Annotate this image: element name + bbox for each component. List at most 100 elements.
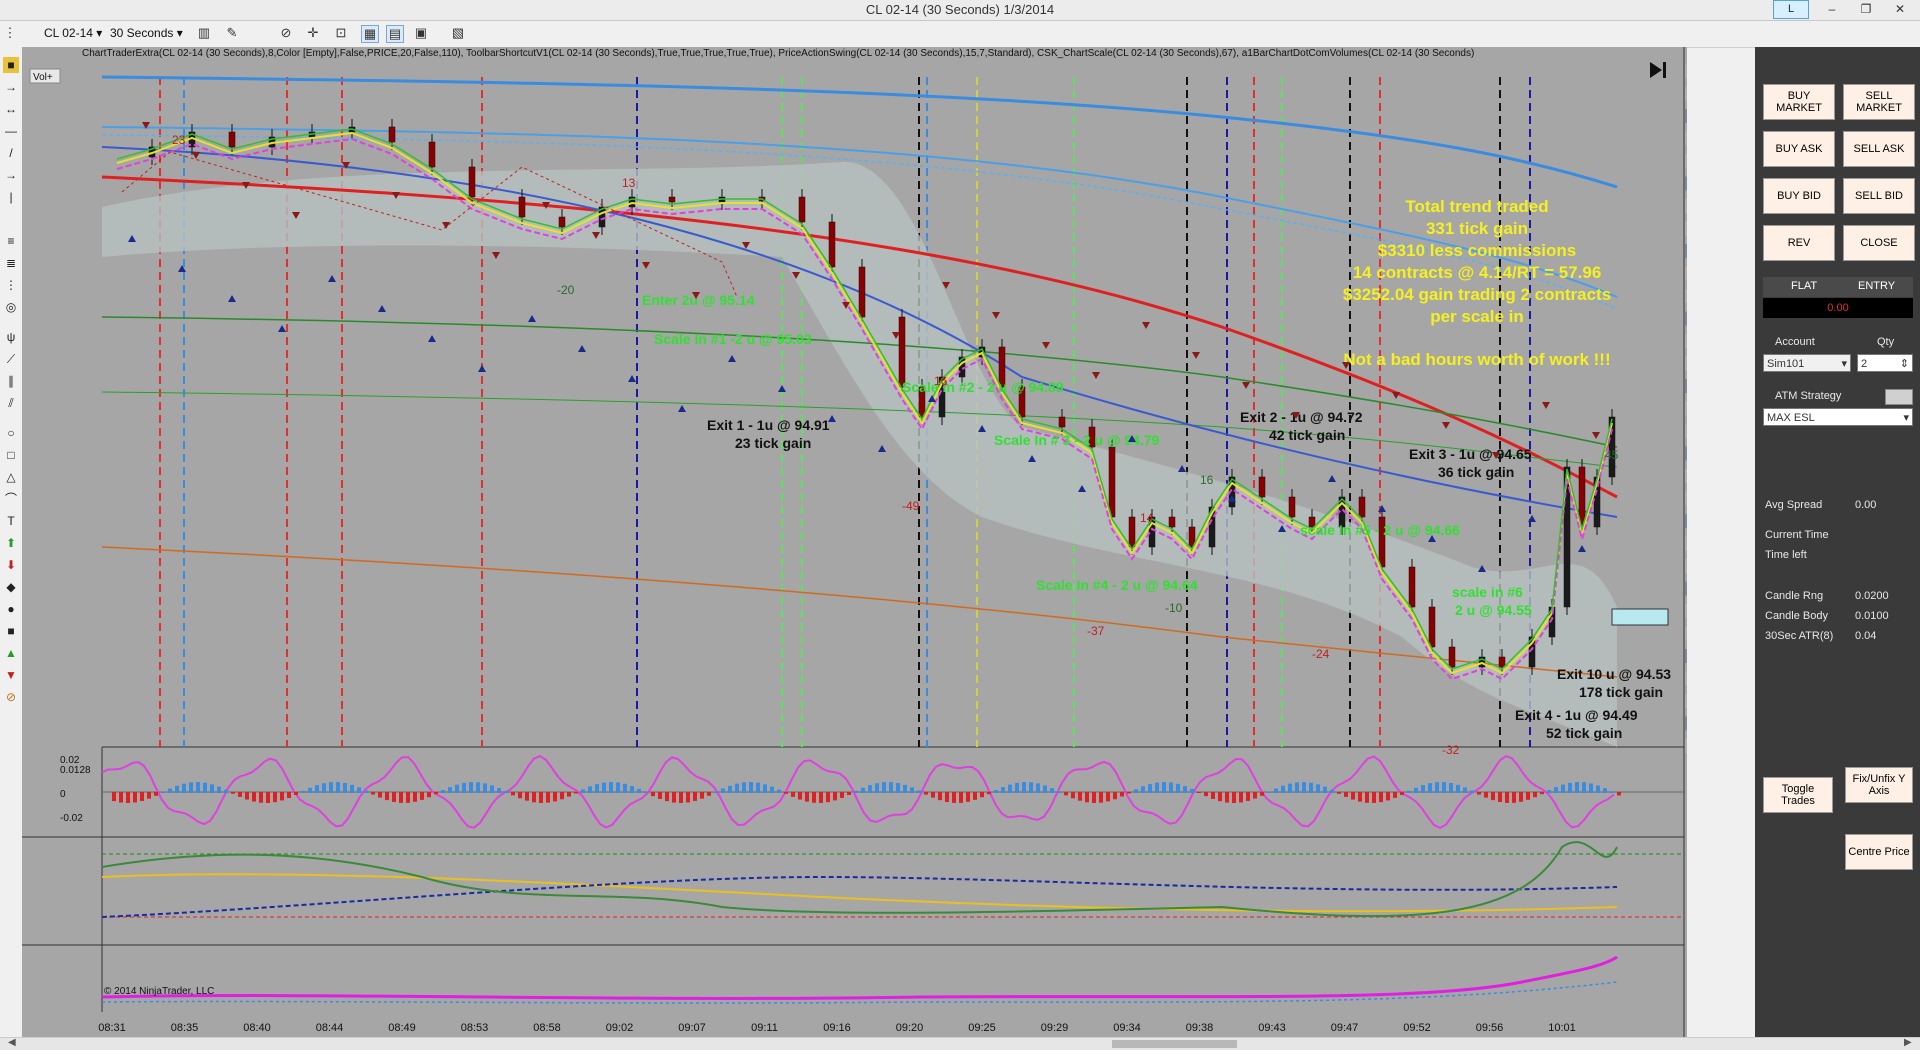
- osc1-histogram-bar: [1197, 792, 1201, 794]
- window-title: CL 02-14 (30 Seconds) 1/3/2014: [865, 2, 1055, 17]
- bar-type-icon[interactable]: ▥: [196, 25, 212, 41]
- horizontal-line-icon[interactable]: —: [3, 123, 19, 139]
- price-label-bg: [1685, 716, 1687, 731]
- fix-unfix-y-axis-button[interactable]: Fix/Unfix Y Axis: [1845, 767, 1913, 803]
- pencil-icon[interactable]: ✎: [224, 25, 240, 41]
- osc1-histogram-bar: [420, 792, 424, 800]
- link-badge[interactable]: L: [1773, 0, 1809, 19]
- triangle-up-icon[interactable]: ▲: [3, 645, 19, 661]
- restore-button[interactable]: ❐: [1852, 1, 1880, 18]
- arrow-line-icon[interactable]: →: [3, 79, 19, 95]
- data-box-icon[interactable]: ▤: [386, 25, 404, 43]
- ellipse-icon[interactable]: ○: [3, 425, 19, 441]
- osc1-histogram-bar: [1442, 782, 1446, 793]
- osc1-histogram-bar: [287, 792, 291, 798]
- fib-circle-icon[interactable]: ◎: [3, 299, 19, 315]
- osc1-histogram-bar: [861, 787, 865, 793]
- square-icon[interactable]: ■: [3, 623, 19, 639]
- regression-channel-icon[interactable]: ∥: [3, 373, 19, 389]
- line-icon[interactable]: /: [3, 145, 19, 161]
- osc1-histogram-bar: [1582, 782, 1586, 793]
- pitchfork-icon[interactable]: ψ: [3, 329, 19, 345]
- osc1-histogram-bar: [357, 787, 361, 793]
- fib-time-icon[interactable]: ⋮: [3, 277, 19, 293]
- osc1-histogram-bar: [1099, 792, 1103, 803]
- osc1-histogram-bar: [1519, 792, 1523, 802]
- highlight-tool-icon[interactable]: ■: [3, 57, 19, 73]
- atm-settings-button[interactable]: [1885, 389, 1913, 405]
- reverse-button[interactable]: REV: [1763, 225, 1835, 261]
- osc1-histogram-bar: [1533, 792, 1537, 798]
- fib-extension-icon[interactable]: ≣: [3, 255, 19, 271]
- time-axis-label: 09:29: [1041, 1022, 1069, 1034]
- buy-ask-button[interactable]: BUY ASK: [1763, 131, 1835, 167]
- sell-bid-button[interactable]: SELL BID: [1843, 178, 1915, 214]
- scroll-thumb[interactable]: [1112, 1040, 1237, 1048]
- candle-body: [1408, 566, 1416, 608]
- osc1-histogram-bar: [1526, 792, 1530, 800]
- osc1-histogram-bar: [1246, 792, 1250, 801]
- osc1-histogram-bar: [1288, 783, 1292, 793]
- buy-market-button[interactable]: BUY MARKET: [1763, 84, 1835, 120]
- scroll-left-arrow-icon[interactable]: ◀: [8, 1037, 16, 1048]
- buy-bid-button[interactable]: BUY BID: [1763, 178, 1835, 214]
- close-position-button[interactable]: CLOSE: [1843, 225, 1915, 261]
- diamond-icon[interactable]: ◆: [3, 579, 19, 595]
- vertical-line-icon[interactable]: |: [3, 189, 19, 205]
- triangle-down-icon[interactable]: ▼: [3, 667, 19, 683]
- osc1-histogram-bar: [896, 783, 900, 793]
- candle-body: [518, 196, 526, 218]
- trend-channel-icon[interactable]: ⫽: [3, 395, 19, 411]
- osc1-histogram-bar: [973, 792, 977, 800]
- rectangle-icon[interactable]: □: [3, 447, 19, 463]
- osc1-histogram-bar: [273, 792, 277, 803]
- dot-icon[interactable]: ●: [3, 601, 19, 617]
- osc1-histogram-bar: [1617, 792, 1621, 796]
- atm-strategy-select[interactable]: MAX ESL ▾: [1763, 408, 1913, 426]
- arrow-down-icon[interactable]: ⬇: [3, 557, 19, 573]
- copyright-text: © 2014 NinjaTrader, LLC: [104, 986, 214, 997]
- osc1-histogram-bar: [651, 792, 655, 797]
- horizontal-scrollbar[interactable]: ◀ ▶: [0, 1037, 1920, 1050]
- osc1-histogram-bar: [1232, 792, 1236, 803]
- triangle-icon[interactable]: △: [3, 469, 19, 485]
- text-icon[interactable]: T: [3, 513, 19, 529]
- qty-stepper[interactable]: 2 ⇕: [1857, 354, 1913, 372]
- arc-icon[interactable]: ⌒: [3, 491, 19, 507]
- osc1-histogram-bar: [189, 782, 193, 793]
- magnet-icon[interactable]: ⊘: [278, 25, 294, 41]
- price-chart[interactable]: Total trend traded 331 tick gain $3310 les…: [22, 47, 1687, 1037]
- osc1-histogram-bar: [1148, 784, 1152, 793]
- ray-icon[interactable]: ↔: [3, 101, 19, 117]
- current-price-marker: [1611, 608, 1669, 626]
- zoom-icon[interactable]: ⊡: [333, 25, 349, 41]
- swing-label: -32: [1442, 743, 1460, 757]
- indicators-icon[interactable]: ▧: [450, 25, 466, 41]
- fib-retracement-icon[interactable]: ≡: [3, 233, 19, 249]
- centre-price-button[interactable]: Centre Price: [1845, 834, 1913, 870]
- osc1-histogram-bar: [1491, 792, 1495, 801]
- instrument-selector[interactable]: CL 02-14 ▾: [40, 24, 106, 42]
- arrow-up-icon[interactable]: ⬆: [3, 535, 19, 551]
- chart-trader-icon[interactable]: ▦: [361, 25, 379, 43]
- chart-menu-icon[interactable]: ⋮: [2, 25, 18, 41]
- interval-selector[interactable]: 30 Seconds ▾: [106, 24, 187, 42]
- close-window-button[interactable]: ✕: [1886, 1, 1914, 18]
- osc1-histogram-bar: [1568, 782, 1572, 793]
- sell-market-button[interactable]: SELL MARKET: [1843, 84, 1915, 120]
- time-axis-label: 08:58: [533, 1022, 561, 1034]
- properties-icon[interactable]: ▣: [413, 25, 429, 41]
- gann-fan-icon[interactable]: ⟋: [3, 351, 19, 367]
- osc1-histogram-bar: [1092, 792, 1096, 803]
- chart-area[interactable]: Total trend traded 331 tick gain $3310 les…: [22, 47, 1687, 1037]
- toggle-trades-button[interactable]: Toggle Trades: [1763, 777, 1833, 813]
- remove-drawings-icon[interactable]: ⊘: [3, 689, 19, 705]
- minimize-button[interactable]: –: [1818, 1, 1846, 18]
- account-select[interactable]: Sim101 ▾: [1763, 354, 1851, 372]
- crosshair-icon[interactable]: ✛: [305, 25, 321, 41]
- osc1-histogram-bar: [1589, 783, 1593, 793]
- sell-ask-button[interactable]: SELL ASK: [1843, 131, 1915, 167]
- scroll-right-arrow-icon[interactable]: ▶: [1904, 1037, 1912, 1048]
- extended-line-icon[interactable]: →: [3, 167, 19, 183]
- annotation-scale4: Scale In #4 - 2 u @ 94.64: [1036, 577, 1198, 593]
